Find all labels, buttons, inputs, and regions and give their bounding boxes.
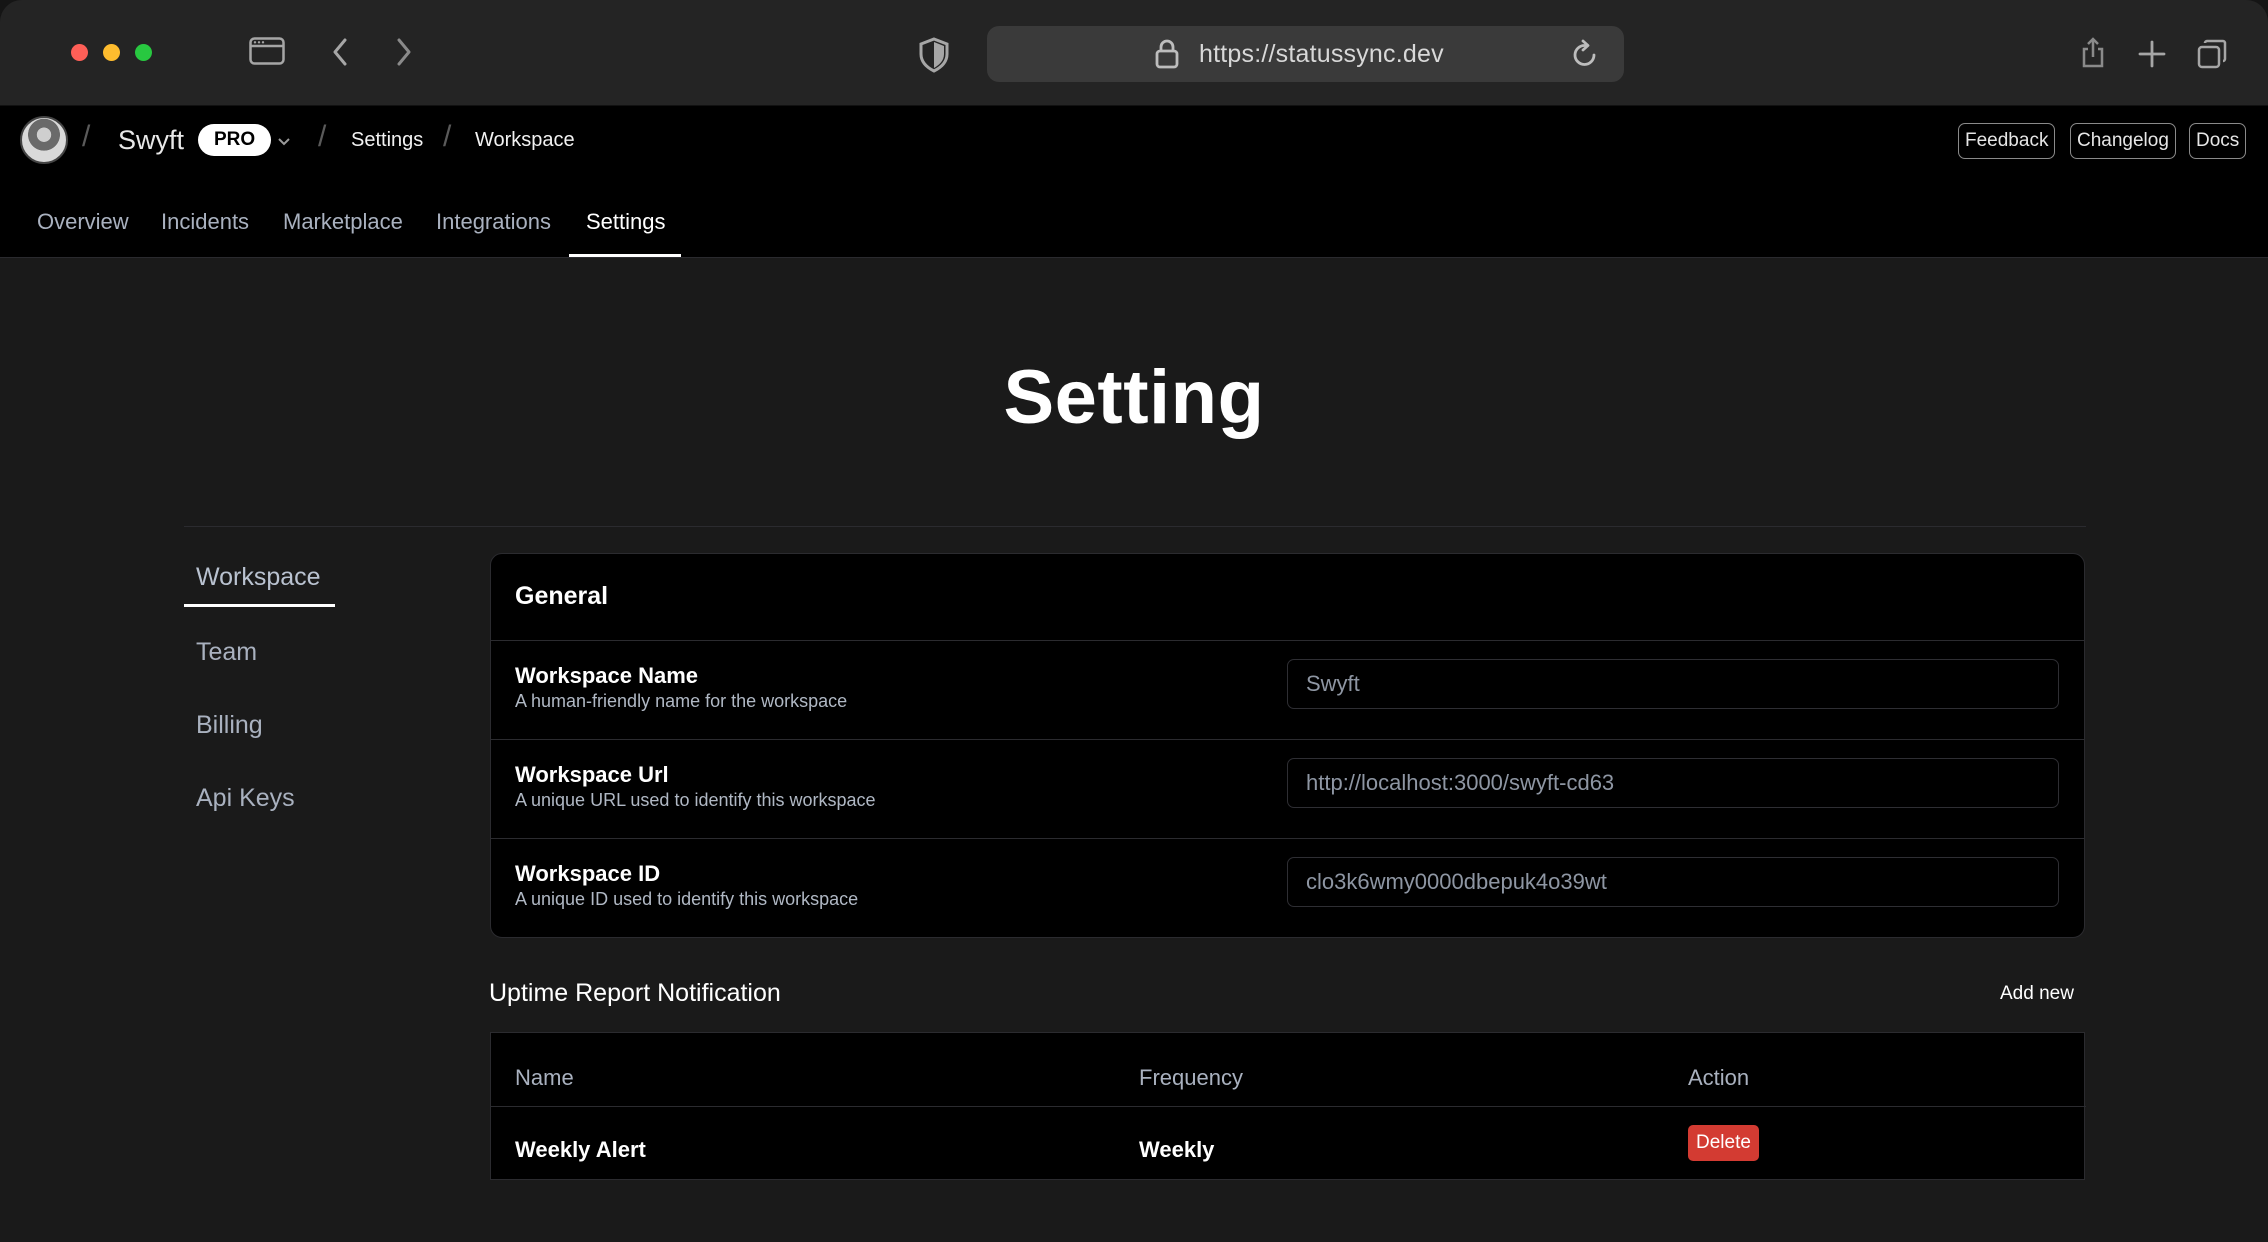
feedback-button[interactable]: Feedback	[1958, 123, 2056, 159]
tab-incidents[interactable]: Incidents	[161, 206, 249, 258]
breadcrumb-separator: /	[82, 120, 91, 153]
maximize-window-button[interactable]	[135, 44, 152, 61]
forward-arrow-icon[interactable]	[392, 36, 416, 68]
minimize-window-button[interactable]	[103, 44, 120, 61]
tab-marketplace[interactable]: Marketplace	[283, 206, 403, 258]
sidenav-item-api-keys[interactable]: Api Keys	[196, 784, 295, 813]
tab-overview-icon[interactable]	[2196, 38, 2228, 70]
tab-overview[interactable]: Overview	[37, 206, 129, 258]
table-divider	[491, 1106, 2086, 1107]
workspace-id-input[interactable]	[1287, 857, 2059, 907]
browser-window: https://statussync.dev / Swyft PRO / Set…	[0, 0, 2268, 1242]
notifications-table: Name Frequency Action Weekly Alert Weekl…	[490, 1032, 2086, 1180]
field-description: A human-friendly name for the workspace	[515, 691, 848, 711]
active-sidenav-indicator	[184, 604, 335, 607]
workspace-name-row: Workspace Name A human-friendly name for…	[491, 640, 2084, 739]
section-divider	[184, 526, 2086, 527]
notification-frequency: Weekly	[1139, 1137, 1215, 1162]
active-tab-indicator	[569, 254, 681, 257]
notifications-section-title: Uptime Report Notification	[489, 979, 781, 1007]
breadcrumb-separator: /	[443, 120, 452, 153]
card-title: General	[515, 582, 609, 610]
general-settings-card: General Workspace Name A human-friendly …	[490, 553, 2085, 938]
workspace-url-row: Workspace Url A unique URL used to ident…	[491, 739, 2084, 838]
main-content: Setting Workspace Team Billing Api Keys …	[0, 259, 2268, 1242]
browser-toolbar: https://statussync.dev	[0, 0, 2268, 106]
reload-icon[interactable]	[1569, 38, 1601, 70]
workspace-name[interactable]: Swyft	[118, 125, 184, 156]
sidenav-item-billing[interactable]: Billing	[196, 711, 263, 740]
workspace-id-row: Workspace ID A unique ID used to identif…	[491, 838, 2084, 937]
field-description: A unique URL used to identify this works…	[515, 790, 876, 810]
chevron-down-icon[interactable]	[276, 134, 292, 150]
breadcrumb-settings[interactable]: Settings	[351, 129, 423, 152]
url-text: https://statussync.dev	[1199, 40, 1444, 68]
page-title: Setting	[1003, 355, 1265, 440]
sidenav-item-workspace[interactable]: Workspace	[196, 563, 321, 592]
tab-integrations[interactable]: Integrations	[436, 206, 551, 258]
shield-icon[interactable]	[916, 36, 952, 74]
field-description: A unique ID used to identify this worksp…	[515, 889, 859, 909]
new-tab-icon[interactable]	[2136, 38, 2168, 70]
changelog-button[interactable]: Changelog	[2070, 123, 2176, 159]
sidenav-item-team[interactable]: Team	[196, 638, 257, 667]
column-header-name: Name	[515, 1065, 574, 1090]
delete-button[interactable]: Delete	[1688, 1125, 1759, 1161]
breadcrumb-separator: /	[318, 120, 327, 153]
app-header: / Swyft PRO / Settings / Workspace Feedb…	[0, 106, 2268, 258]
column-header-action: Action	[1688, 1065, 1750, 1090]
close-window-button[interactable]	[71, 44, 88, 61]
workspace-name-input[interactable]	[1287, 659, 2059, 709]
field-label: Workspace Name	[515, 663, 699, 688]
field-label: Workspace Url	[515, 762, 669, 787]
address-bar[interactable]: https://statussync.dev	[987, 26, 1624, 82]
column-header-frequency: Frequency	[1139, 1065, 1243, 1090]
plan-badge: PRO	[198, 124, 272, 156]
add-new-button[interactable]: Add new	[2000, 983, 2074, 1005]
notification-name: Weekly Alert	[515, 1137, 646, 1162]
workspace-url-input[interactable]	[1287, 758, 2059, 808]
sidebar-toggle-icon[interactable]	[248, 36, 286, 66]
avatar[interactable]	[20, 116, 68, 164]
share-icon[interactable]	[2078, 36, 2108, 70]
docs-button[interactable]: Docs	[2189, 123, 2247, 159]
tab-settings[interactable]: Settings	[586, 206, 666, 258]
back-arrow-icon[interactable]	[328, 36, 352, 68]
breadcrumb-workspace[interactable]: Workspace	[475, 129, 575, 152]
field-label: Workspace ID	[515, 861, 661, 886]
lock-icon	[1153, 38, 1181, 70]
